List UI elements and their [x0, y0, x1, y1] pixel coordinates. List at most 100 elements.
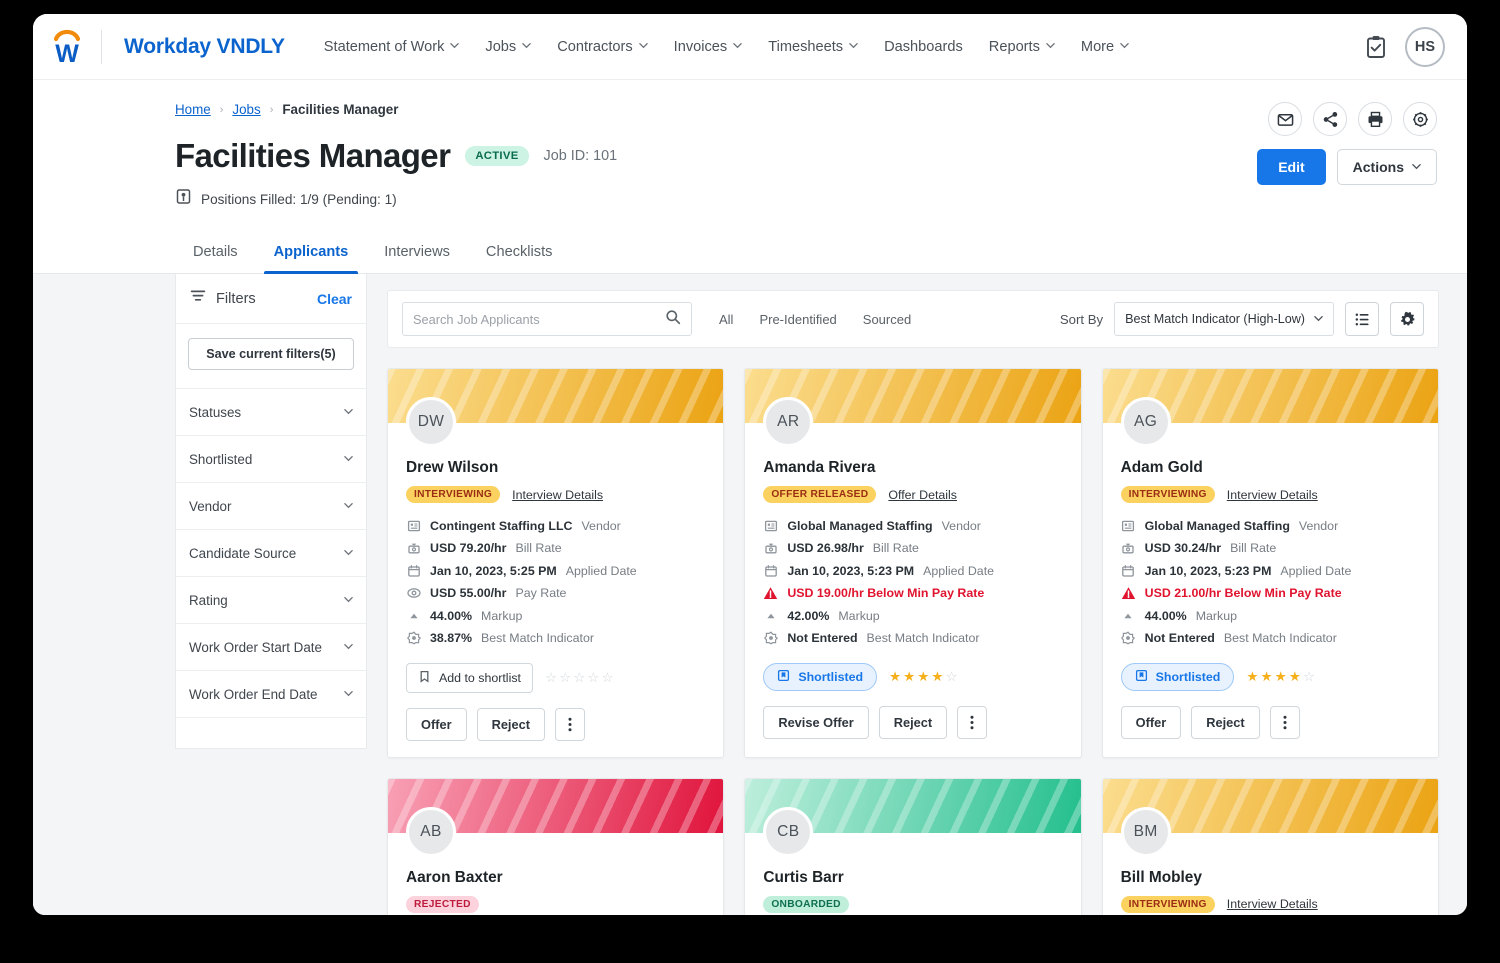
- candidate-name[interactable]: Adam Gold: [1121, 459, 1420, 477]
- filter-facet-work-order-end-date[interactable]: Work Order End Date: [176, 671, 366, 718]
- filter-facet-work-order-start-date[interactable]: Work Order Start Date: [176, 624, 366, 671]
- workday-logo[interactable]: W: [33, 28, 101, 66]
- gear-icon[interactable]: [1403, 102, 1437, 136]
- star[interactable]: ★: [917, 669, 930, 685]
- applicant-card[interactable]: AGAdam GoldINTERVIEWINGInterview Details…: [1102, 368, 1439, 758]
- sort-by-select[interactable]: Best Match Indicator (High-Low): [1114, 302, 1334, 336]
- nav-item-contractors[interactable]: Contractors: [544, 31, 660, 63]
- star[interactable]: ☆: [945, 669, 958, 685]
- star[interactable]: ★: [1260, 669, 1273, 685]
- avatar[interactable]: AB: [406, 807, 456, 857]
- candidate-name[interactable]: Drew Wilson: [406, 459, 705, 477]
- nav-item-statement-of-work[interactable]: Statement of Work: [311, 31, 473, 63]
- table-settings-gear-icon[interactable]: [1390, 302, 1424, 336]
- primary-action-button[interactable]: Revise Offer: [763, 706, 868, 739]
- add-to-shortlist-button[interactable]: Add to shortlist: [406, 663, 533, 693]
- warning-icon: [763, 586, 778, 601]
- mail-icon[interactable]: [1268, 102, 1302, 136]
- tab-details[interactable]: Details: [175, 234, 256, 273]
- candidate-name[interactable]: Amanda Rivera: [763, 459, 1062, 477]
- nav-item-dashboards[interactable]: Dashboards: [871, 31, 976, 63]
- filter-facet-rating[interactable]: Rating: [176, 577, 366, 624]
- filter-facet-shortlisted[interactable]: Shortlisted: [176, 436, 366, 483]
- applicant-card[interactable]: DWDrew WilsonINTERVIEWINGInterview Detai…: [387, 368, 724, 758]
- filter-facet-vendor[interactable]: Vendor: [176, 483, 366, 530]
- avatar[interactable]: AG: [1121, 397, 1171, 447]
- segment-sourced[interactable]: Sourced: [850, 306, 924, 333]
- segment-all[interactable]: All: [706, 306, 746, 333]
- reject-button[interactable]: Reject: [477, 708, 545, 741]
- breadcrumb-jobs[interactable]: Jobs: [232, 102, 260, 117]
- actions-button[interactable]: Actions: [1337, 149, 1437, 185]
- avatar[interactable]: CB: [763, 807, 813, 857]
- clipboard-check-icon[interactable]: [1365, 35, 1387, 59]
- reject-button[interactable]: Reject: [879, 706, 947, 739]
- more-options-icon[interactable]: [555, 708, 585, 741]
- star[interactable]: ★: [931, 669, 944, 685]
- nav-item-timesheets[interactable]: Timesheets: [755, 31, 871, 63]
- segment-pre-identified[interactable]: Pre-Identified: [746, 306, 849, 333]
- star[interactable]: ☆: [601, 670, 614, 686]
- list-view-icon[interactable]: [1345, 302, 1379, 336]
- reject-button[interactable]: Reject: [1191, 706, 1259, 739]
- filter-facet-candidate-source[interactable]: Candidate Source: [176, 530, 366, 577]
- detail-link[interactable]: Offer Details: [888, 488, 957, 502]
- star[interactable]: ☆: [573, 670, 586, 686]
- search-input[interactable]: [413, 312, 665, 327]
- brand-title[interactable]: Workday VNDLY: [124, 35, 285, 59]
- star[interactable]: ★: [1289, 669, 1302, 685]
- search-icon[interactable]: [665, 309, 681, 330]
- shortlisted-pill[interactable]: Shortlisted: [763, 663, 877, 691]
- applicant-card[interactable]: ABAaron BaxterREJECTEDGlobal Managed Sta…: [387, 778, 724, 916]
- tab-interviews[interactable]: Interviews: [366, 234, 468, 273]
- search-input-wrapper[interactable]: [402, 302, 692, 336]
- rating-stars[interactable]: ★★★★☆: [889, 669, 958, 685]
- star[interactable]: ★: [889, 669, 902, 685]
- star[interactable]: ☆: [559, 670, 572, 686]
- candidate-name[interactable]: Bill Mobley: [1121, 869, 1420, 887]
- detail-link[interactable]: Interview Details: [1227, 897, 1318, 911]
- detail-link[interactable]: Interview Details: [512, 488, 603, 502]
- nav-item-invoices[interactable]: Invoices: [661, 31, 756, 63]
- print-icon[interactable]: [1358, 102, 1392, 136]
- star[interactable]: ★: [1275, 669, 1288, 685]
- star[interactable]: ★: [1246, 669, 1259, 685]
- tab-checklists[interactable]: Checklists: [468, 234, 571, 273]
- tab-applicants[interactable]: Applicants: [256, 234, 367, 273]
- star[interactable]: ★: [903, 669, 916, 685]
- shortlist-row: Shortlisted★★★★☆: [763, 663, 1062, 691]
- star[interactable]: ☆: [545, 670, 558, 686]
- avatar[interactable]: BM: [1121, 807, 1171, 857]
- breadcrumb-home[interactable]: Home: [175, 102, 211, 117]
- rating-stars[interactable]: ☆☆☆☆☆: [545, 670, 614, 686]
- nav-item-jobs[interactable]: Jobs: [472, 31, 544, 63]
- filter-facet-label: Shortlisted: [189, 452, 252, 467]
- shortlisted-pill[interactable]: Shortlisted: [1121, 663, 1235, 691]
- clear-filters-link[interactable]: Clear: [317, 291, 352, 307]
- chevron-down-icon: [733, 41, 742, 50]
- star[interactable]: ☆: [1303, 669, 1316, 685]
- avatar[interactable]: HS: [1405, 27, 1445, 67]
- candidate-name[interactable]: Curtis Barr: [763, 869, 1062, 887]
- star[interactable]: ☆: [587, 670, 600, 686]
- filter-facet-statuses[interactable]: Statuses: [176, 389, 366, 436]
- more-options-icon[interactable]: [1270, 706, 1300, 739]
- primary-action-button[interactable]: Offer: [1121, 706, 1182, 739]
- cal-icon: [406, 563, 421, 578]
- avatar[interactable]: AR: [763, 397, 813, 447]
- share-icon[interactable]: [1313, 102, 1347, 136]
- applicant-card[interactable]: BMBill MobleyINTERVIEWINGInterview Detai…: [1102, 778, 1439, 916]
- primary-action-button[interactable]: Offer: [406, 708, 467, 741]
- rating-stars[interactable]: ★★★★☆: [1246, 669, 1315, 685]
- applicant-card[interactable]: ARAmanda RiveraOFFER RELEASEDOffer Detai…: [744, 368, 1081, 758]
- applicant-card[interactable]: CBCurtis BarrONBOARDEDGlobal Managed Sta…: [744, 778, 1081, 916]
- candidate-name[interactable]: Aaron Baxter: [406, 869, 705, 887]
- nav-item-more[interactable]: More: [1068, 31, 1142, 63]
- more-options-icon[interactable]: [957, 706, 987, 739]
- edit-button[interactable]: Edit: [1257, 149, 1325, 185]
- avatar[interactable]: DW: [406, 397, 456, 447]
- nav-item-reports[interactable]: Reports: [976, 31, 1068, 63]
- app-window: W Workday VNDLY Statement of WorkJobsCon…: [33, 14, 1467, 915]
- detail-link[interactable]: Interview Details: [1227, 488, 1318, 502]
- save-current-filters-button[interactable]: Save current filters(5): [188, 338, 354, 370]
